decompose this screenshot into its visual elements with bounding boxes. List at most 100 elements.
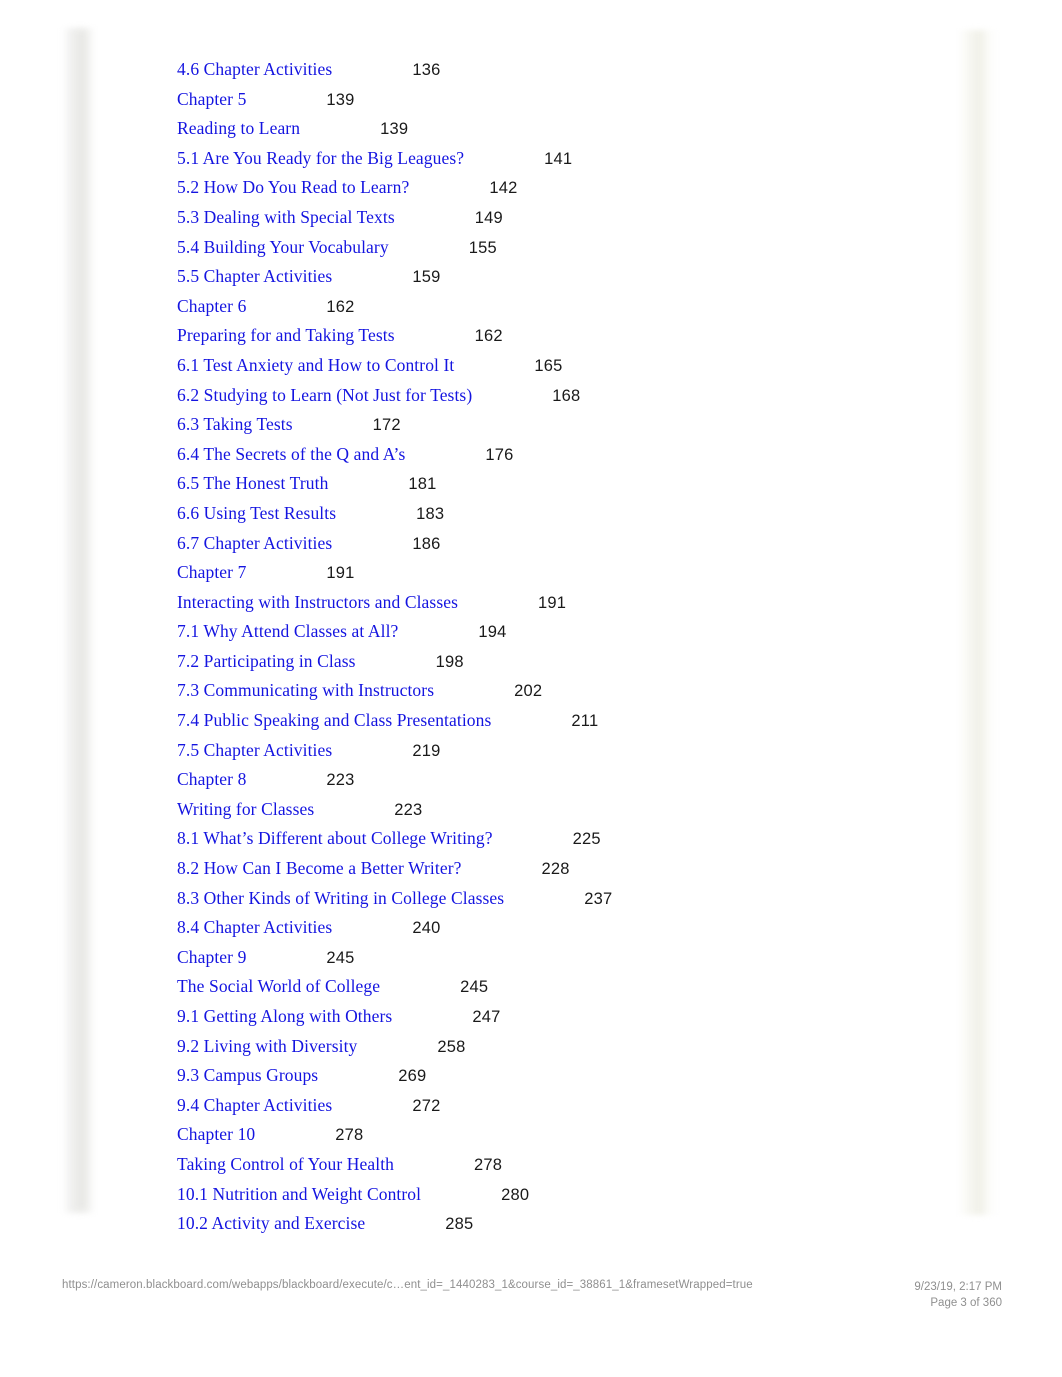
toc-entry-page-number: 139 bbox=[380, 120, 409, 139]
toc-entry[interactable]: 9.3 Campus Groups 269 bbox=[177, 1061, 937, 1091]
toc-entry-title[interactable]: 10.2 Activity and Exercise bbox=[177, 1213, 365, 1233]
toc-entry[interactable]: 9.1 Getting Along with Others 247 bbox=[177, 1002, 937, 1032]
toc-entry-page-number: 272 bbox=[412, 1096, 441, 1115]
toc-entry[interactable]: 5.3 Dealing with Special Texts 149 bbox=[177, 203, 937, 233]
toc-entry-title[interactable]: 4.6 Chapter Activities bbox=[177, 59, 332, 79]
toc-entry-title[interactable]: Chapter 6 bbox=[177, 296, 246, 316]
toc-entry[interactable]: 9.4 Chapter Activities 272 bbox=[177, 1091, 937, 1121]
toc-entry-title[interactable]: Interacting with Instructors and Classes bbox=[177, 592, 458, 612]
toc-entry[interactable]: 7.3 Communicating with Instructors 202 bbox=[177, 676, 937, 706]
toc-entry-title[interactable]: 5.5 Chapter Activities bbox=[177, 266, 332, 286]
toc-entry-title[interactable]: 5.1 Are You Ready for the Big Leagues? bbox=[177, 148, 464, 168]
toc-entry[interactable]: Writing for Classes 223 bbox=[177, 795, 937, 825]
toc-entry-title[interactable]: Taking Control of Your Health bbox=[177, 1154, 394, 1174]
toc-entry[interactable]: Chapter 5 139 bbox=[177, 85, 937, 115]
toc-entry[interactable]: Taking Control of Your Health 278 bbox=[177, 1150, 937, 1180]
toc-entry[interactable]: 5.1 Are You Ready for the Big Leagues? 14… bbox=[177, 144, 937, 174]
toc-entry-title[interactable]: 7.2 Participating in Class bbox=[177, 651, 356, 671]
toc-entry[interactable]: Preparing for and Taking Tests 162 bbox=[177, 321, 937, 351]
toc-entry-title[interactable]: 9.1 Getting Along with Others bbox=[177, 1006, 392, 1026]
toc-entry-title[interactable]: 6.7 Chapter Activities bbox=[177, 533, 332, 553]
toc-entry[interactable]: Reading to Learn 139 bbox=[177, 114, 937, 144]
toc-entry-title[interactable]: Chapter 5 bbox=[177, 89, 246, 109]
toc-entry[interactable]: Chapter 10 278 bbox=[177, 1120, 937, 1150]
toc-entry[interactable]: 5.5 Chapter Activities 159 bbox=[177, 262, 937, 292]
toc-entry-title[interactable]: 6.2 Studying to Learn (Not Just for Test… bbox=[177, 385, 472, 405]
toc-entry-title[interactable]: 8.2 How Can I Become a Better Writer? bbox=[177, 858, 462, 878]
toc-entry[interactable]: The Social World of College 245 bbox=[177, 972, 937, 1002]
toc-entry[interactable]: 6.6 Using Test Results 183 bbox=[177, 499, 937, 529]
toc-entry-page-number: 247 bbox=[472, 1008, 501, 1026]
toc-entry-page-number: 191 bbox=[326, 564, 355, 583]
toc-entry-title[interactable]: 9.3 Campus Groups bbox=[177, 1065, 318, 1085]
toc-entry-page-number: 223 bbox=[326, 771, 355, 790]
toc-entry-title[interactable]: 10.1 Nutrition and Weight Control bbox=[177, 1184, 421, 1204]
toc-entry-page-number: 240 bbox=[412, 919, 441, 938]
toc-entry-title[interactable]: 6.5 The Honest Truth bbox=[177, 473, 328, 493]
toc-entry[interactable]: 7.5 Chapter Activities 219 bbox=[177, 736, 937, 766]
toc-entry-title[interactable]: Chapter 10 bbox=[177, 1124, 255, 1144]
toc-entry-title[interactable]: 6.3 Taking Tests bbox=[177, 414, 293, 434]
toc-entry-title[interactable]: Preparing for and Taking Tests bbox=[177, 325, 395, 345]
toc-entry[interactable]: Interacting with Instructors and Classes… bbox=[177, 588, 937, 618]
toc-entry[interactable]: 6.7 Chapter Activities 186 bbox=[177, 529, 937, 559]
toc-entry[interactable]: 6.2 Studying to Learn (Not Just for Test… bbox=[177, 381, 937, 411]
toc-entry[interactable]: 8.4 Chapter Activities 240 bbox=[177, 913, 937, 943]
toc-entry[interactable]: 6.3 Taking Tests 172 bbox=[177, 410, 937, 440]
toc-entry-title[interactable]: Reading to Learn bbox=[177, 118, 300, 138]
toc-entry[interactable]: 8.3 Other Kinds of Writing in College Cl… bbox=[177, 884, 937, 914]
toc-entry[interactable]: 6.5 The Honest Truth 181 bbox=[177, 469, 937, 499]
toc-entry-page-number: 228 bbox=[541, 860, 570, 879]
toc-entry-title[interactable]: 6.6 Using Test Results bbox=[177, 503, 336, 523]
toc-entry[interactable]: Chapter 8 223 bbox=[177, 765, 937, 795]
toc-entry-title[interactable]: 9.4 Chapter Activities bbox=[177, 1095, 332, 1115]
toc-entry-title[interactable]: Chapter 8 bbox=[177, 769, 246, 789]
toc-entry-title[interactable]: 8.3 Other Kinds of Writing in College Cl… bbox=[177, 888, 504, 908]
toc-entry-title[interactable]: 7.5 Chapter Activities bbox=[177, 740, 332, 760]
toc-entry[interactable]: 7.4 Public Speaking and Class Presentati… bbox=[177, 706, 937, 736]
toc-entry-page-number: 225 bbox=[572, 830, 601, 849]
toc-entry-page-number: 285 bbox=[445, 1215, 474, 1234]
toc-entry[interactable]: Chapter 9 245 bbox=[177, 943, 937, 973]
toc-entry-page-number: 142 bbox=[489, 179, 518, 198]
toc-entry[interactable]: 8.2 How Can I Become a Better Writer? 228 bbox=[177, 854, 937, 884]
toc-entry-page-number: 155 bbox=[468, 238, 497, 257]
toc-entry-page-number: 136 bbox=[412, 61, 441, 79]
toc-entry[interactable]: 10.2 Activity and Exercise 285 bbox=[177, 1209, 937, 1239]
page-right-edge-shadow bbox=[958, 30, 998, 1215]
toc-entry-title[interactable]: 8.1 What’s Different about College Writi… bbox=[177, 828, 493, 848]
toc-entry[interactable]: 6.1 Test Anxiety and How to Control It 16… bbox=[177, 351, 937, 381]
toc-entry-title[interactable]: 7.1 Why Attend Classes at All? bbox=[177, 621, 398, 641]
toc-entry-title[interactable]: Writing for Classes bbox=[177, 799, 314, 819]
toc-entry-title[interactable]: 6.1 Test Anxiety and How to Control It bbox=[177, 355, 454, 375]
toc-entry[interactable]: 4.6 Chapter Activities 136 bbox=[177, 55, 937, 85]
toc-entry-title[interactable]: Chapter 9 bbox=[177, 947, 246, 967]
toc-entry-title[interactable]: 8.4 Chapter Activities bbox=[177, 917, 332, 937]
toc-entry[interactable]: 10.1 Nutrition and Weight Control 280 bbox=[177, 1180, 937, 1210]
toc-entry[interactable]: 9.2 Living with Diversity 258 bbox=[177, 1032, 937, 1062]
toc-entry-title[interactable]: 5.3 Dealing with Special Texts bbox=[177, 207, 395, 227]
toc-entry-title[interactable]: 5.2 How Do You Read to Learn? bbox=[177, 177, 409, 197]
toc-entry[interactable]: Chapter 6 162 bbox=[177, 292, 937, 322]
toc-entry-page-number: 159 bbox=[412, 268, 441, 287]
toc-entry-title[interactable]: 6.4 The Secrets of the Q and A’s bbox=[177, 444, 405, 464]
toc-entry[interactable]: Chapter 7 191 bbox=[177, 558, 937, 588]
toc-entry[interactable]: 8.1 What’s Different about College Writi… bbox=[177, 824, 937, 854]
toc-entry-page-number: 198 bbox=[435, 652, 464, 671]
toc-entry-page-number: 258 bbox=[437, 1037, 466, 1056]
table-of-contents: 4.6 Chapter Activities 136 Chapter 5 139 Rea… bbox=[177, 55, 937, 1239]
toc-entry-title[interactable]: 5.4 Building Your Vocabulary bbox=[177, 237, 389, 257]
toc-entry[interactable]: 7.2 Participating in Class 198 bbox=[177, 647, 937, 677]
toc-entry[interactable]: 5.4 Building Your Vocabulary 155 bbox=[177, 233, 937, 263]
toc-entry-title[interactable]: Chapter 7 bbox=[177, 562, 246, 582]
footer-timestamp: 9/23/19, 2:17 PM bbox=[914, 1281, 1002, 1293]
page-footer: https://cameron.blackboard.com/webapps/b… bbox=[0, 1272, 1062, 1322]
toc-entry-title[interactable]: The Social World of College bbox=[177, 976, 380, 996]
toc-entry-title[interactable]: 7.4 Public Speaking and Class Presentati… bbox=[177, 710, 491, 730]
toc-entry-title[interactable]: 7.3 Communicating with Instructors bbox=[177, 680, 434, 700]
toc-entry[interactable]: 6.4 The Secrets of the Q and A’s 176 bbox=[177, 440, 937, 470]
toc-entry[interactable]: 5.2 How Do You Read to Learn? 142 bbox=[177, 173, 937, 203]
toc-entry[interactable]: 7.1 Why Attend Classes at All? 194 bbox=[177, 617, 937, 647]
toc-entry-title[interactable]: 9.2 Living with Diversity bbox=[177, 1036, 357, 1056]
toc-entry-page-number: 149 bbox=[474, 208, 503, 227]
